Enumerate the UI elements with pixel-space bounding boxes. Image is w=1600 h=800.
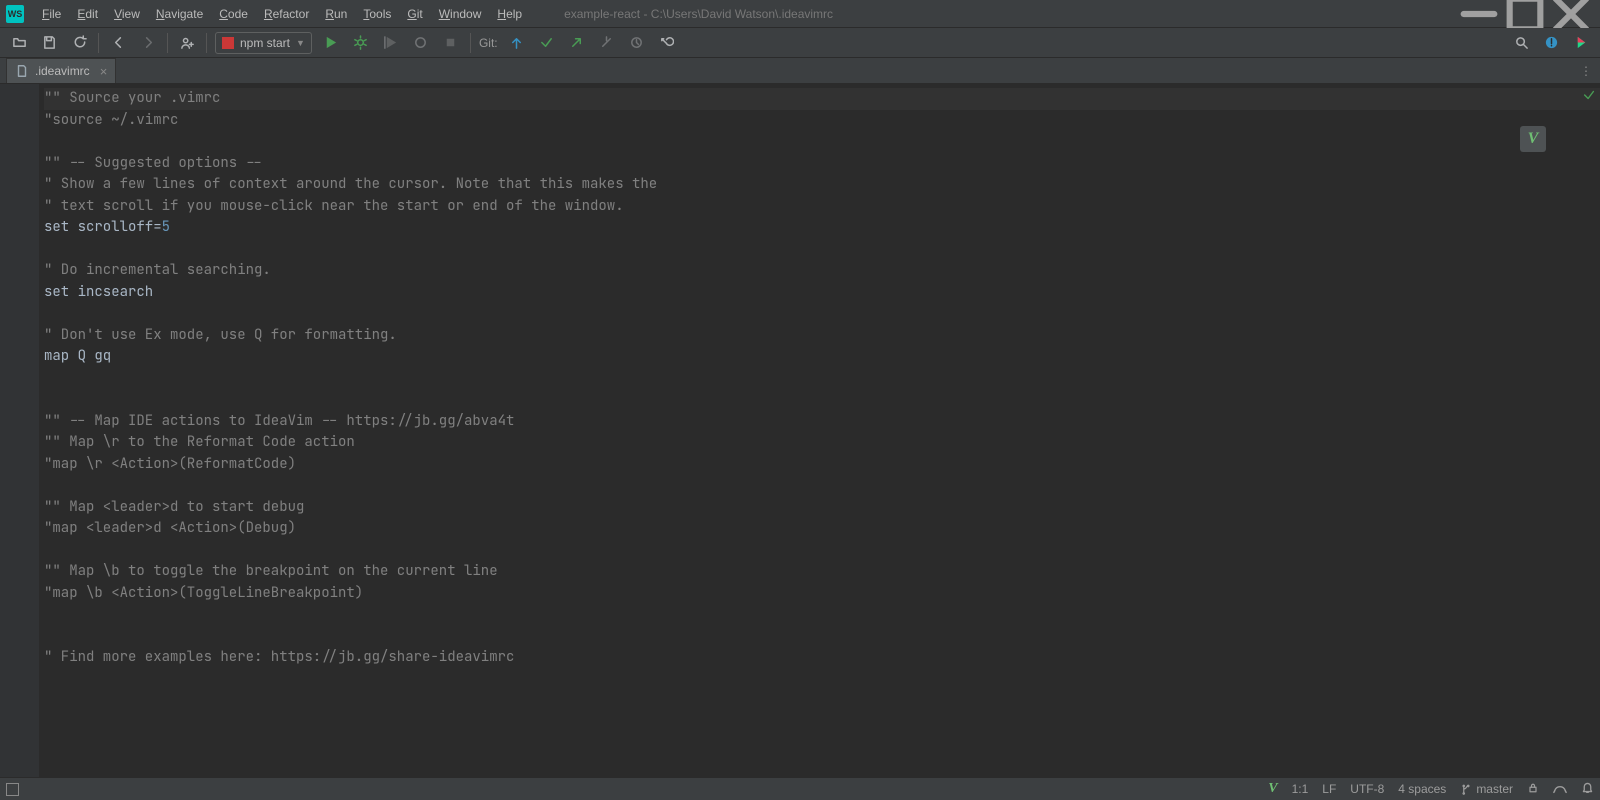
nav-back-icon[interactable] bbox=[107, 32, 129, 54]
stop-icon[interactable] bbox=[440, 32, 462, 54]
close-tab-icon[interactable]: × bbox=[96, 64, 108, 79]
caret-position[interactable]: 1:1 bbox=[1292, 782, 1309, 796]
editor-area: "" Source your .vimrc "source ~/.vimrc "… bbox=[0, 84, 1600, 777]
editor-gutter[interactable] bbox=[0, 84, 40, 777]
separator bbox=[98, 33, 99, 53]
menu-help[interactable]: Help bbox=[489, 5, 530, 23]
run-icon[interactable] bbox=[320, 32, 342, 54]
open-icon[interactable] bbox=[8, 32, 30, 54]
code-editor[interactable]: "" Source your .vimrc "source ~/.vimrc "… bbox=[40, 84, 1600, 777]
menu-window[interactable]: Window bbox=[431, 5, 490, 23]
chevron-down-icon: ▼ bbox=[296, 38, 305, 48]
vcs-history-icon[interactable] bbox=[596, 32, 618, 54]
separator bbox=[167, 33, 168, 53]
file-encoding[interactable]: UTF-8 bbox=[1350, 782, 1384, 796]
code-with-me-icon[interactable] bbox=[176, 32, 198, 54]
profile-icon[interactable] bbox=[410, 32, 432, 54]
menu-navigate[interactable]: Navigate bbox=[148, 5, 211, 23]
menu-bar: WS FileEditViewNavigateCodeRefactorRunTo… bbox=[0, 0, 1600, 28]
vcs-commit-icon[interactable] bbox=[536, 32, 558, 54]
minimize-button[interactable] bbox=[1456, 0, 1502, 28]
ideavim-badge[interactable]: V bbox=[1520, 126, 1546, 152]
git-branch[interactable]: master bbox=[1460, 782, 1513, 796]
git-branch-name: master bbox=[1476, 782, 1513, 796]
nav-forward-icon[interactable] bbox=[137, 32, 159, 54]
main-toolbar: npm start ▼ Git: bbox=[0, 28, 1600, 58]
run-config-selector[interactable]: npm start ▼ bbox=[215, 32, 312, 54]
notifications-icon[interactable] bbox=[1581, 781, 1594, 797]
menu-refactor[interactable]: Refactor bbox=[256, 5, 317, 23]
vim-status-icon[interactable]: V bbox=[1268, 781, 1277, 797]
menu-git[interactable]: Git bbox=[399, 5, 430, 23]
menu-file[interactable]: File bbox=[34, 5, 69, 23]
editor-tabs: .ideavimrc × ⋮ bbox=[0, 58, 1600, 84]
run-config-label: npm start bbox=[240, 36, 290, 50]
menu-tools[interactable]: Tools bbox=[355, 5, 399, 23]
line-separator[interactable]: LF bbox=[1322, 782, 1336, 796]
separator bbox=[206, 33, 207, 53]
readonly-lock-icon[interactable] bbox=[1527, 782, 1539, 797]
vcs-push-icon[interactable] bbox=[566, 32, 588, 54]
close-button[interactable] bbox=[1548, 0, 1594, 28]
tabs-more-icon[interactable]: ⋮ bbox=[1580, 58, 1600, 83]
indent-settings[interactable]: 4 spaces bbox=[1398, 782, 1446, 796]
maximize-button[interactable] bbox=[1502, 0, 1548, 28]
vcs-update-icon[interactable] bbox=[506, 32, 528, 54]
file-tab-label: .ideavimrc bbox=[35, 64, 90, 78]
status-bar: V 1:1 LF UTF-8 4 spaces master bbox=[0, 777, 1600, 800]
npm-icon bbox=[222, 37, 234, 49]
tool-windows-toggle-icon[interactable] bbox=[6, 783, 19, 796]
menu-view[interactable]: View bbox=[106, 5, 148, 23]
jetbrains-toolbox-icon[interactable] bbox=[1570, 32, 1592, 54]
search-everywhere-icon[interactable] bbox=[1510, 32, 1532, 54]
separator bbox=[470, 33, 471, 53]
save-all-icon[interactable] bbox=[38, 32, 60, 54]
menu-code[interactable]: Code bbox=[211, 5, 256, 23]
menu-run[interactable]: Run bbox=[317, 5, 355, 23]
file-icon bbox=[15, 64, 29, 78]
inspection-ok-icon[interactable] bbox=[1582, 88, 1596, 105]
ide-settings-icon[interactable] bbox=[1540, 32, 1562, 54]
background-tasks-icon[interactable] bbox=[1553, 781, 1567, 798]
debug-icon[interactable] bbox=[350, 32, 372, 54]
window-title: example-react - C:\Users\David Watson\.i… bbox=[534, 7, 1452, 21]
app-logo: WS bbox=[6, 5, 24, 23]
git-label: Git: bbox=[479, 36, 498, 50]
vcs-rollback-icon[interactable] bbox=[656, 32, 678, 54]
reload-icon[interactable] bbox=[68, 32, 90, 54]
vcs-clock-icon[interactable] bbox=[626, 32, 648, 54]
run-coverage-icon[interactable] bbox=[380, 32, 402, 54]
menu-edit[interactable]: Edit bbox=[69, 5, 106, 23]
file-tab[interactable]: .ideavimrc × bbox=[6, 58, 116, 83]
